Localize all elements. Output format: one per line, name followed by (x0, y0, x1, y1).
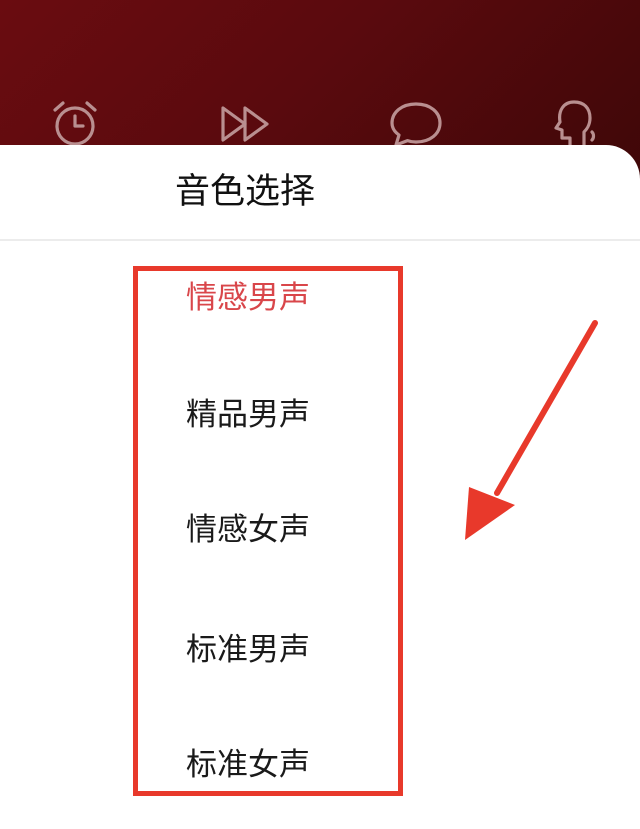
voice-option-premium-male[interactable]: 精品男声 (148, 385, 348, 445)
voice-option-standard-male[interactable]: 标准男声 (148, 620, 348, 680)
voice-option-standard-female[interactable]: 标准女声 (148, 735, 348, 795)
annotation-arrow-icon (455, 315, 610, 550)
alarm-clock-icon[interactable] (47, 96, 103, 152)
voice-head-icon[interactable] (540, 96, 596, 152)
fast-forward-icon[interactable] (217, 96, 273, 152)
sheet-title: 音色选择 (174, 172, 315, 212)
voice-option-emotional-female[interactable]: 情感女声 (148, 500, 348, 560)
voice-option-emotional-male[interactable]: 情感男声 (148, 268, 348, 328)
divider (0, 239, 640, 241)
comment-bubble-icon[interactable] (388, 96, 444, 152)
